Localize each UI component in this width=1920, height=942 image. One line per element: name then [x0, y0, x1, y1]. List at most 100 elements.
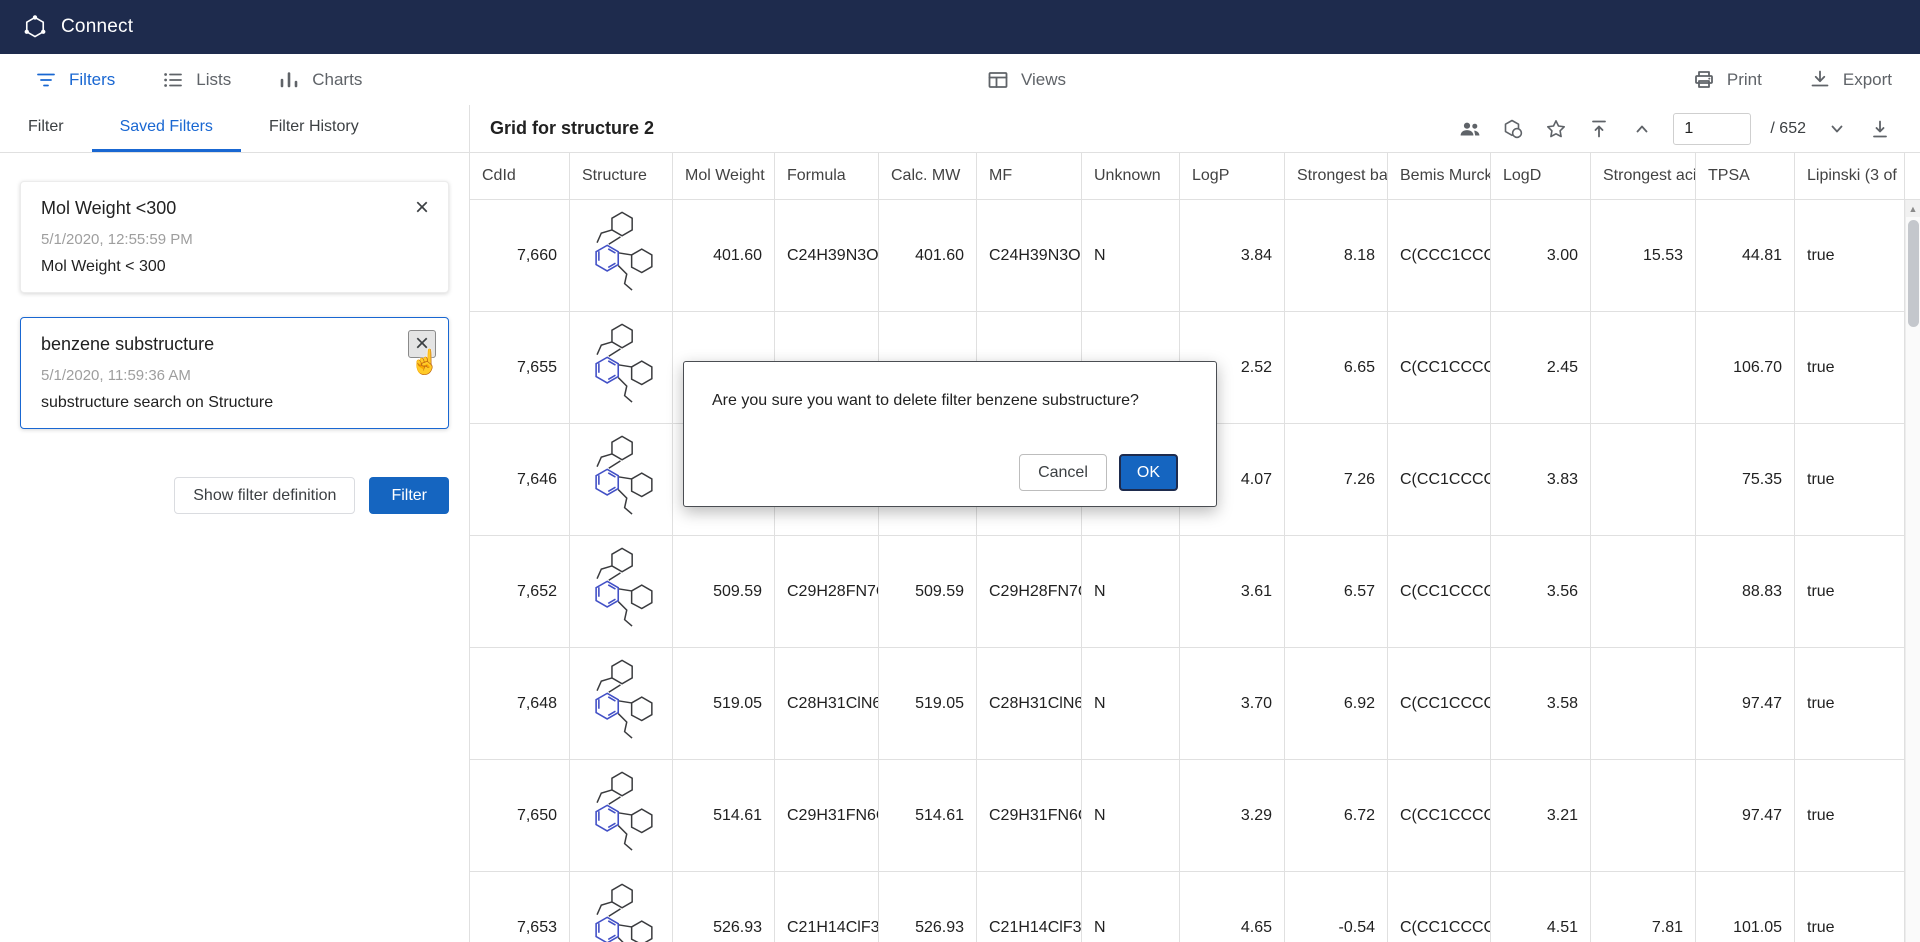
export-label: Export — [1843, 70, 1892, 90]
lists-button[interactable]: Lists — [161, 68, 231, 92]
cell-logp: 3.70 — [1180, 648, 1285, 759]
cell-structure — [570, 200, 673, 311]
saved-filter-title: benzene substructure — [41, 334, 428, 355]
filter-tabs: Filter Saved Filters Filter History — [0, 105, 469, 153]
print-label: Print — [1727, 70, 1762, 90]
cell-mf: C29H31FN6C — [977, 760, 1082, 871]
table-row[interactable]: 7,650 514.61 C29H31FN6C 514.61 C29H31FN6… — [470, 760, 1920, 872]
table-row[interactable]: 7,648 519.05 C28H31ClN6( 519.05 C28H31Cl… — [470, 648, 1920, 760]
cell-tpsa: 106.70 — [1696, 312, 1795, 423]
table-row[interactable]: 7,652 509.59 C29H28FN7C 509.59 C29H28FN7… — [470, 536, 1920, 648]
ok-button[interactable]: OK — [1119, 454, 1178, 491]
cell-unknown: N — [1082, 536, 1180, 647]
next-page-icon[interactable] — [1825, 117, 1849, 141]
cell-formula: C28H31ClN6( — [775, 648, 879, 759]
column-header-tpsa[interactable]: TPSA — [1696, 153, 1795, 199]
column-header-lipinski[interactable]: Lipinski (3 of — [1795, 153, 1905, 199]
cell-strongest-basic: 6.92 — [1285, 648, 1388, 759]
cell-strongest-basic: -0.54 — [1285, 872, 1388, 942]
dialog-actions: Cancel OK — [1019, 454, 1178, 491]
column-header-formula[interactable]: Formula — [775, 153, 879, 199]
cell-mf: C29H28FN7C — [977, 536, 1082, 647]
cancel-button[interactable]: Cancel — [1019, 454, 1107, 491]
filter-list-icon — [34, 68, 58, 92]
cell-formula: C29H28FN7C — [775, 536, 879, 647]
cell-tpsa: 75.35 — [1696, 424, 1795, 535]
previous-page-icon[interactable] — [1630, 117, 1654, 141]
export-button[interactable]: Export — [1808, 68, 1892, 92]
saved-filter-card-selected[interactable]: benzene substructure × 5/1/2020, 11:59:3… — [20, 317, 449, 429]
cell-logd: 3.00 — [1491, 200, 1591, 311]
cell-cdid: 7,652 — [470, 536, 570, 647]
cell-calc-mw: 401.60 — [879, 200, 977, 311]
cell-lipinski: true — [1795, 312, 1905, 423]
sidebar-actions: Show filter definition Filter — [20, 477, 449, 514]
cell-tpsa: 97.47 — [1696, 648, 1795, 759]
connect-logo-icon[interactable] — [22, 14, 48, 40]
scrollbar-up-arrow-icon[interactable]: ▲ — [1906, 200, 1920, 217]
molecule-structure-image — [582, 654, 660, 754]
last-page-icon[interactable] — [1868, 117, 1892, 141]
cell-cdid: 7,650 — [470, 760, 570, 871]
cell-mol-weight: 514.61 — [673, 760, 775, 871]
cell-strongest-acidic — [1591, 760, 1696, 871]
cell-lipinski: true — [1795, 872, 1905, 942]
scrollbar-thumb[interactable] — [1908, 220, 1919, 327]
molecule-structure-image — [582, 766, 660, 866]
cell-unknown: N — [1082, 200, 1180, 311]
cell-logd: 3.21 — [1491, 760, 1591, 871]
table-row[interactable]: 7,653 526.93 C21H14ClF3N 526.93 C21H14Cl… — [470, 872, 1920, 942]
cell-structure — [570, 760, 673, 871]
column-header-strongest-acidic[interactable]: Strongest aci — [1591, 153, 1696, 199]
show-filter-definition-button[interactable]: Show filter definition — [174, 477, 355, 514]
column-header-structure[interactable]: Structure — [570, 153, 673, 199]
cell-mol-weight: 519.05 — [673, 648, 775, 759]
cell-formula: C29H31FN6C — [775, 760, 879, 871]
users-icon[interactable] — [1458, 117, 1482, 141]
cell-calc-mw: 509.59 — [879, 536, 977, 647]
molecule-structure-image — [582, 430, 660, 530]
saved-filter-card[interactable]: Mol Weight <300 × 5/1/2020, 12:55:59 PM … — [20, 181, 449, 293]
cell-logd: 3.58 — [1491, 648, 1591, 759]
column-header-unknown[interactable]: Unknown — [1082, 153, 1180, 199]
filters-button[interactable]: Filters — [34, 68, 115, 92]
top-app-bar: Connect — [0, 0, 1920, 54]
filter-button[interactable]: Filter — [369, 477, 449, 514]
column-header-logd[interactable]: LogD — [1491, 153, 1591, 199]
tab-filter-history[interactable]: Filter History — [241, 105, 387, 152]
column-header-cdid[interactable]: CdId — [470, 153, 570, 199]
print-button[interactable]: Print — [1692, 68, 1762, 92]
tab-filter[interactable]: Filter — [0, 105, 92, 152]
column-header-calc-mw[interactable]: Calc. MW — [879, 153, 977, 199]
page-number-input[interactable] — [1673, 113, 1751, 145]
cell-structure — [570, 536, 673, 647]
filters-sidebar: Filter Saved Filters Filter History Mol … — [0, 105, 470, 942]
first-page-icon[interactable] — [1587, 117, 1611, 141]
filters-label: Filters — [69, 70, 115, 90]
structure-search-icon[interactable] — [1501, 117, 1525, 141]
table-row[interactable]: 7,660 401.60 C24H39N3O2 401.60 C24H39N3O… — [470, 200, 1920, 312]
cell-mf: C28H31ClN6( — [977, 648, 1082, 759]
views-label: Views — [1021, 70, 1066, 90]
cell-unknown: N — [1082, 648, 1180, 759]
column-header-bemis-murcko[interactable]: Bemis Murck — [1388, 153, 1491, 199]
column-header-strongest-basic[interactable]: Strongest bas — [1285, 153, 1388, 199]
cell-strongest-basic: 6.65 — [1285, 312, 1388, 423]
column-header-logp[interactable]: LogP — [1180, 153, 1285, 199]
cell-logd: 2.45 — [1491, 312, 1591, 423]
cell-bemis-murcko: C(CC1CCCCC — [1388, 312, 1491, 423]
star-icon[interactable] — [1544, 117, 1568, 141]
print-icon — [1692, 68, 1716, 92]
column-header-mf[interactable]: MF — [977, 153, 1082, 199]
delete-filter-icon[interactable]: × — [408, 194, 436, 222]
column-header-mol-weight[interactable]: Mol Weight — [673, 153, 775, 199]
bar-chart-icon — [277, 68, 301, 92]
cell-strongest-basic: 8.18 — [1285, 200, 1388, 311]
delete-filter-confirm-dialog: Are you sure you want to delete filter b… — [683, 361, 1217, 507]
tab-saved-filters[interactable]: Saved Filters — [92, 105, 241, 152]
charts-button[interactable]: Charts — [277, 68, 362, 92]
cell-mol-weight: 509.59 — [673, 536, 775, 647]
views-button[interactable]: Views — [986, 68, 1066, 92]
grid-title: Grid for structure 2 — [490, 118, 654, 139]
vertical-scrollbar[interactable]: ▲ — [1905, 200, 1920, 942]
